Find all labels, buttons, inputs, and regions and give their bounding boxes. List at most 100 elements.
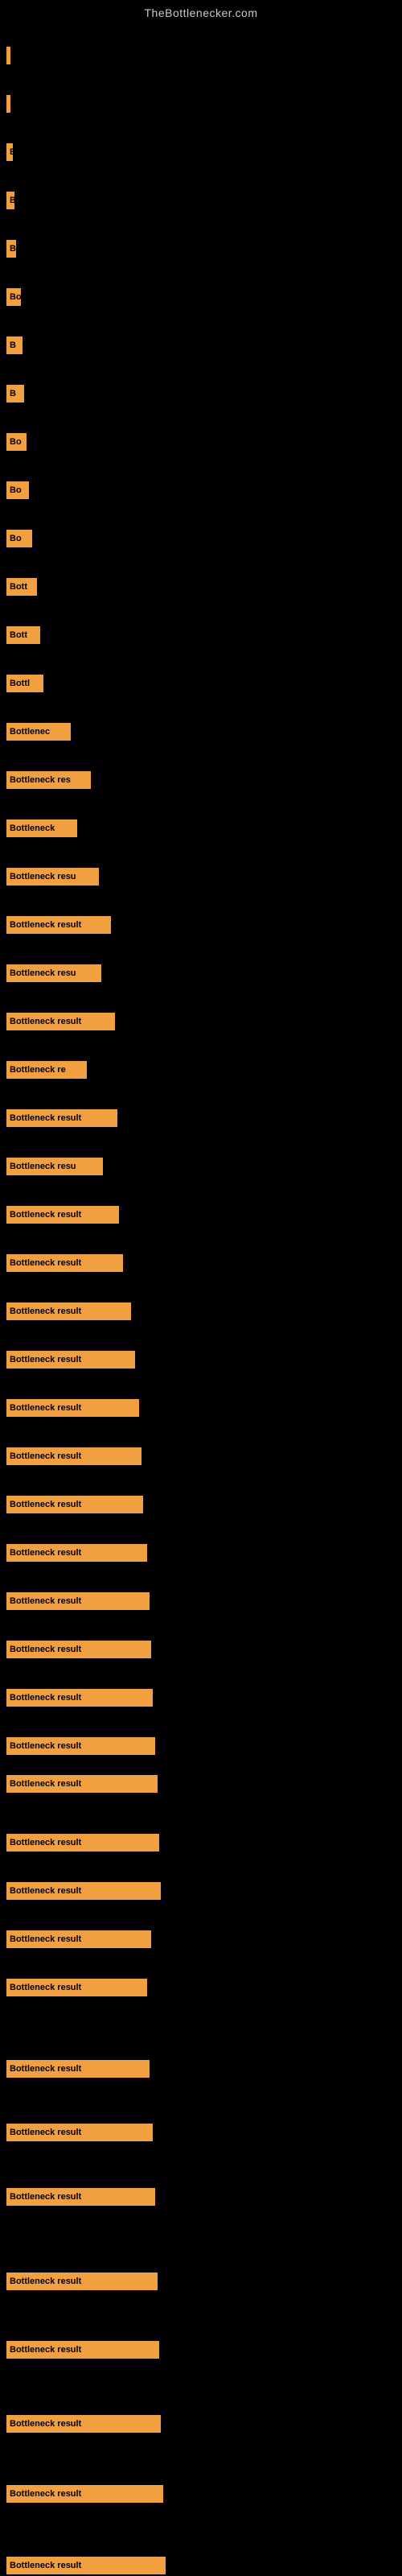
bar-item: Bottleneck result: [6, 1979, 147, 1996]
bar-item: Bo: [6, 481, 29, 499]
bar-item: Bottleneck result: [6, 1544, 147, 1562]
bar-item: Bottleneck result: [6, 1351, 135, 1368]
bar-row: Bottlenec: [6, 723, 71, 741]
bar-row: Bottleneck resu: [6, 964, 101, 982]
bar-item: Bottleneck result: [6, 1254, 123, 1272]
bar-row: Bottleneck result: [6, 1775, 158, 1793]
bar-row: Bo: [6, 433, 27, 451]
bar-row: Bottleneck result: [6, 1737, 155, 1755]
bar-item: Bottlenec: [6, 723, 71, 741]
bar-row: Bottleneck result: [6, 1013, 115, 1030]
bar-row: Bottleneck result: [6, 1882, 161, 1900]
bar-item: Bo: [6, 433, 27, 451]
bar-row: Bottleneck result: [6, 1592, 150, 1610]
bar-row: Bottleneck result: [6, 2341, 159, 2359]
bar-item: Bottleneck result: [6, 1834, 159, 1852]
bar-row: Bottleneck resu: [6, 868, 99, 886]
bar-row: Bottleneck resu: [6, 1158, 103, 1175]
bar-item: Bottleneck result: [6, 2060, 150, 2078]
bar-row: B: [6, 385, 24, 402]
bar-row: Bottleneck result: [6, 2124, 153, 2141]
bar-item: Bottleneck result: [6, 1013, 115, 1030]
bar-row: Bottleneck result: [6, 2060, 150, 2078]
bar-item: Bottleneck result: [6, 1641, 151, 1658]
bar-item: Bottleneck result: [6, 1592, 150, 1610]
bar-row: Bottleneck result: [6, 1302, 131, 1320]
bar-item: Bottl: [6, 675, 43, 692]
bar-item: Bottleneck result: [6, 2341, 159, 2359]
bar-item: Bottleneck result: [6, 1447, 142, 1465]
bar-row: Bottleneck result: [6, 2273, 158, 2290]
bar-item: B: [6, 336, 23, 354]
bar-item: Bottleneck re: [6, 1061, 87, 1079]
bar-item: B: [6, 143, 13, 161]
bar-item: B: [6, 240, 16, 258]
bar-item: Bott: [6, 626, 40, 644]
bar-row: Bottleneck result: [6, 1689, 153, 1707]
bar-item: B: [6, 385, 24, 402]
bar-row: Bottl: [6, 675, 43, 692]
bar-item: Bottleneck result: [6, 2557, 166, 2574]
bar-row: B: [6, 240, 16, 258]
bar-row: Bo: [6, 481, 29, 499]
bar-item: B: [6, 192, 14, 209]
bar-item: Bottleneck resu: [6, 1158, 103, 1175]
bar-row: [6, 95, 10, 113]
bar-item: Bottleneck result: [6, 2415, 161, 2433]
bar-item: Bottleneck result: [6, 1882, 161, 1900]
bar-item: Bottleneck result: [6, 1689, 153, 1707]
bar-item: Bottleneck result: [6, 1302, 131, 1320]
bar-row: Bottleneck result: [6, 2485, 163, 2503]
bar-item: Bottleneck result: [6, 1206, 119, 1224]
bar-row: B: [6, 192, 14, 209]
bar-item: Bottleneck: [6, 819, 77, 837]
bar-row: Bottleneck result: [6, 1351, 135, 1368]
bar-row: Bottleneck result: [6, 1834, 159, 1852]
bar-row: Bottleneck result: [6, 1641, 151, 1658]
bar-row: B: [6, 143, 13, 161]
bar-row: B: [6, 336, 23, 354]
bar-item: Bottleneck result: [6, 916, 111, 934]
bar-item: [6, 47, 10, 64]
bar-row: Bottleneck result: [6, 2188, 155, 2206]
bar-item: Bottleneck resu: [6, 964, 101, 982]
bar-item: Bo: [6, 288, 21, 306]
bar-row: Bott: [6, 626, 40, 644]
site-title: TheBottlenecker.com: [0, 0, 402, 23]
bar-row: [6, 47, 10, 64]
bar-row: Bottleneck result: [6, 2415, 161, 2433]
bar-row: Bottleneck result: [6, 1979, 147, 1996]
bar-item: Bottleneck result: [6, 1930, 151, 1948]
bar-item: Bottleneck result: [6, 1737, 155, 1755]
bar-item: Bottleneck result: [6, 1496, 143, 1513]
bar-row: Bottleneck result: [6, 1496, 143, 1513]
bar-row: Bottleneck re: [6, 1061, 87, 1079]
bar-row: Bott: [6, 578, 37, 596]
bar-row: Bottleneck result: [6, 1447, 142, 1465]
bar-row: Bottleneck result: [6, 916, 111, 934]
bar-item: Bottleneck res: [6, 771, 91, 789]
bar-row: Bo: [6, 530, 32, 547]
bar-item: Bottleneck result: [6, 1399, 139, 1417]
bar-item: Bottleneck result: [6, 2188, 155, 2206]
bar-row: Bottleneck result: [6, 1399, 139, 1417]
bar-item: Bottleneck result: [6, 1109, 117, 1127]
bar-item: Bottleneck result: [6, 2124, 153, 2141]
bar-item: Bott: [6, 578, 37, 596]
bar-item: Bottleneck result: [6, 2485, 163, 2503]
bar-row: Bottleneck result: [6, 2557, 166, 2574]
chart-container: B B B Bo B B Bo Bo Bo Bott Bott Bottl Bottlenec Bottl…: [0, 23, 402, 2566]
bar-item: Bottleneck result: [6, 1775, 158, 1793]
bar-row: Bottleneck result: [6, 1254, 123, 1272]
bar-item: Bottleneck resu: [6, 868, 99, 886]
bar-item: Bottleneck result: [6, 2273, 158, 2290]
bar-row: Bottleneck res: [6, 771, 91, 789]
bar-row: Bottleneck result: [6, 1930, 151, 1948]
bar-row: Bo: [6, 288, 21, 306]
bar-row: Bottleneck result: [6, 1206, 119, 1224]
bar-row: Bottleneck: [6, 819, 77, 837]
bar-row: Bottleneck result: [6, 1109, 117, 1127]
bar-item: [6, 95, 10, 113]
bar-row: Bottleneck result: [6, 1544, 147, 1562]
bar-item: Bo: [6, 530, 32, 547]
